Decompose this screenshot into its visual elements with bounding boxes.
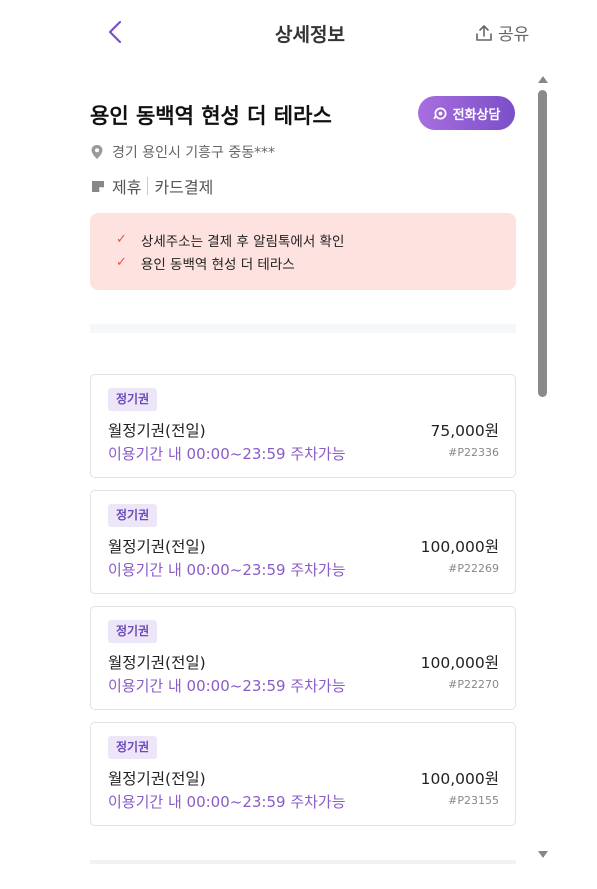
ticket-code: #P22336: [448, 446, 499, 459]
call-consult-label: 전화상담: [452, 107, 501, 123]
notice-item: ✓ 상세주소는 결제 후 알림톡에서 확인: [116, 228, 490, 251]
ticket-name: 월정기권(전일): [108, 770, 206, 788]
ticket-card[interactable]: 정기권 월정기권(전일) 100,000원 이용기간 내 00:00~23:59…: [90, 606, 516, 710]
tag-divider: [147, 177, 149, 195]
ticket-price: 100,000원: [420, 654, 499, 672]
ticket-time: 이용기간 내 00:00~23:59 주차가능: [108, 793, 346, 811]
share-label: 공유: [498, 25, 530, 45]
scroll-thumb[interactable]: [538, 90, 547, 397]
ticket-card[interactable]: 정기권 월정기권(전일) 100,000원 이용기간 내 00:00~23:59…: [90, 490, 516, 594]
ticket-badge: 정기권: [108, 620, 158, 643]
card-tag-icon: [92, 181, 104, 192]
check-icon: ✓: [116, 232, 127, 247]
payment-tags: 제휴 카드결제: [90, 174, 213, 198]
ticket-card[interactable]: 정기권 월정기권(전일) 100,000원 이용기간 내 00:00~23:59…: [90, 722, 516, 826]
call-consult-button[interactable]: 전화상담: [418, 96, 515, 130]
ticket-price: 100,000원: [420, 538, 499, 556]
ticket-time: 이용기간 내 00:00~23:59 주차가능: [108, 561, 346, 579]
ticket-code: #P22269: [448, 562, 499, 575]
check-icon: ✓: [116, 255, 127, 270]
location-pin-icon: [91, 145, 103, 159]
ticket-name: 월정기권(전일): [108, 422, 206, 440]
header: 상세정보 공유: [0, 0, 597, 64]
ticket-badge: 정기권: [108, 504, 158, 527]
address-row: 경기 용인시 기흥구 중동***: [90, 142, 275, 162]
scroll-up-arrow[interactable]: [538, 76, 548, 83]
notice-text: 상세주소는 결제 후 알림톡에서 확인: [140, 233, 345, 250]
notice-box: ✓ 상세주소는 결제 후 알림톡에서 확인 ✓ 용인 동백역 현성 더 테라스: [90, 213, 516, 290]
address-text: 경기 용인시 기흥구 중동***: [112, 145, 276, 161]
scroll-down-arrow[interactable]: [538, 851, 548, 858]
title-row: 용인 동백역 현성 더 테라스 전화상담: [90, 96, 516, 132]
section-divider: [90, 324, 516, 333]
ticket-code: #P22270: [448, 678, 499, 691]
phone-icon: [433, 107, 447, 119]
notice-text: 용인 동백역 현성 더 테라스: [140, 256, 295, 273]
share-icon: [476, 24, 492, 41]
ticket-time: 이용기간 내 00:00~23:59 주차가능: [108, 445, 346, 463]
ticket-badge: 정기권: [108, 736, 158, 759]
ticket-price: 75,000원: [430, 422, 500, 440]
scrollbar[interactable]: [536, 72, 550, 862]
ticket-badge: 정기권: [108, 388, 158, 411]
ticket-time: 이용기간 내 00:00~23:59 주차가능: [108, 677, 346, 695]
notice-item: ✓ 용인 동백역 현성 더 테라스: [116, 251, 490, 274]
tag-partner: 제휴: [112, 178, 142, 197]
share-button[interactable]: 공유: [474, 20, 529, 45]
ticket-card[interactable]: 정기권 월정기권(전일) 75,000원 이용기간 내 00:00~23:59 …: [90, 374, 516, 478]
lot-name: 용인 동백역 현성 더 테라스: [90, 104, 332, 128]
tag-card-payment: 카드결제: [154, 178, 214, 197]
bottom-divider: [90, 860, 516, 864]
ticket-name: 월정기권(전일): [108, 538, 206, 556]
ticket-price: 100,000원: [420, 770, 499, 788]
ticket-name: 월정기권(전일): [108, 654, 206, 672]
ticket-code: #P23155: [448, 794, 499, 807]
